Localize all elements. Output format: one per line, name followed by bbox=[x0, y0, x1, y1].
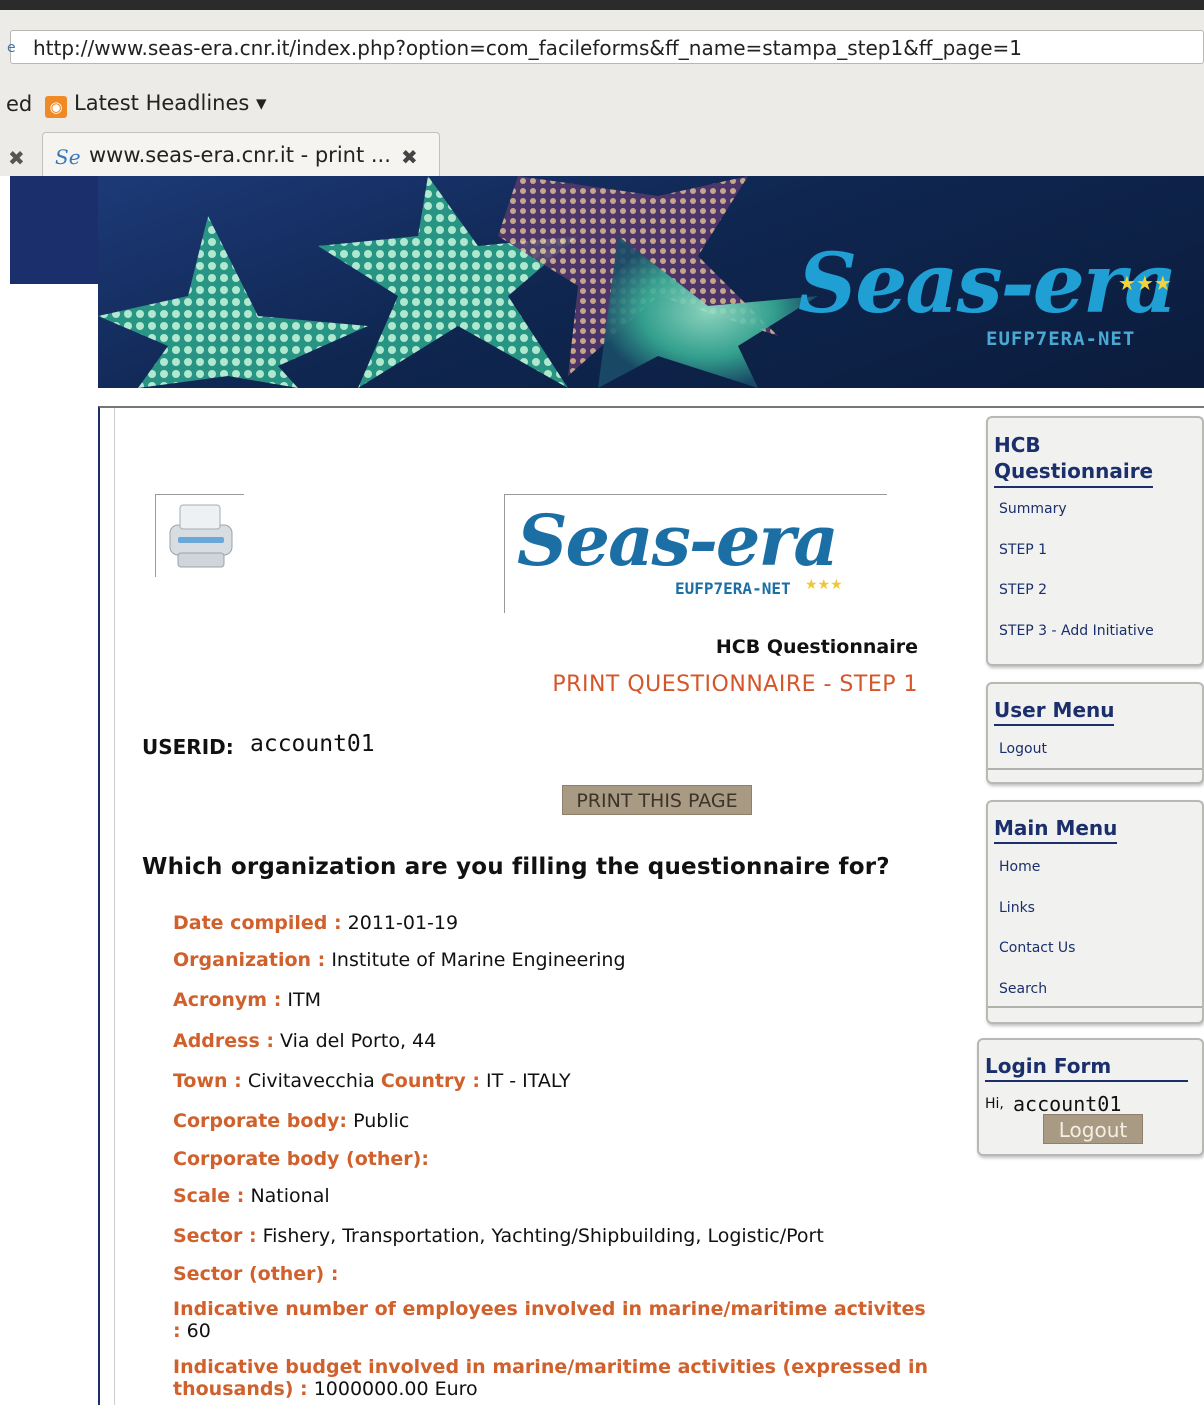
field-scale: Scale : National bbox=[173, 1185, 330, 1207]
field-label: Address : bbox=[173, 1030, 274, 1052]
hcb-title-line1: HCB bbox=[994, 433, 1041, 457]
rss-feed-icon[interactable]: ◉ bbox=[45, 96, 67, 118]
seas-era-logo: Seas-era EUFP7ERA-NET ★★★ bbox=[504, 494, 887, 613]
logo-stars-icon: ★★★ bbox=[805, 577, 843, 593]
field-organization: Organization : Institute of Marine Engin… bbox=[173, 949, 626, 971]
bookmarks-bar: ed ◉ Latest Headlines ▾ bbox=[0, 88, 1204, 122]
section-heading: Which organization are you filling the q… bbox=[142, 854, 890, 880]
site-favicon-icon: Se bbox=[55, 145, 81, 169]
field-value: National bbox=[250, 1185, 330, 1207]
field-value: ITM bbox=[287, 989, 321, 1011]
field-budget: Indicative budget involved in marine/mar… bbox=[173, 1356, 933, 1400]
address-bar[interactable]: e http://www.seas-era.cnr.it/index.php?o… bbox=[7, 30, 1204, 64]
panel-divider bbox=[988, 768, 1202, 770]
logout-button[interactable]: Logout bbox=[1043, 1114, 1143, 1144]
field-value: IT - ITALY bbox=[486, 1070, 571, 1092]
user-menu-panel: User Menu Logout bbox=[986, 682, 1204, 784]
bookmark-partial[interactable]: ed bbox=[6, 92, 32, 116]
userid-label: USERID: bbox=[142, 735, 234, 759]
content-left-rule bbox=[114, 408, 115, 1405]
sidebar-item-search[interactable]: Search bbox=[999, 981, 1047, 997]
field-label: Indicative number of employees involved … bbox=[173, 1298, 926, 1342]
hcb-title-line2: Questionnaire bbox=[994, 459, 1154, 483]
field-value: Public bbox=[353, 1110, 410, 1132]
main-menu-panel: Main Menu Home Links Contact Us Search bbox=[986, 800, 1204, 1024]
page-subtitle: PRINT QUESTIONNAIRE - STEP 1 bbox=[552, 672, 918, 697]
site-banner: Seas-era EUFP7ERA-NET ★★★ bbox=[98, 176, 1204, 388]
sidebar-item-home[interactable]: Home bbox=[999, 859, 1040, 875]
login-username: account01 bbox=[1013, 1092, 1122, 1116]
sidebar-item-step3[interactable]: STEP 3 - Add Initiative bbox=[999, 623, 1154, 639]
printer-graphic bbox=[169, 504, 233, 568]
field-label: Country : bbox=[380, 1070, 480, 1092]
field-label: Sector : bbox=[173, 1225, 257, 1247]
address-url[interactable]: http://www.seas-era.cnr.it/index.php?opt… bbox=[33, 36, 1022, 60]
print-page-button[interactable]: PRINT THIS PAGE bbox=[562, 785, 752, 815]
sidebar-item-step1[interactable]: STEP 1 bbox=[999, 542, 1047, 558]
main-menu-title: Main Menu bbox=[994, 816, 1118, 844]
sidebar-item-summary[interactable]: Summary bbox=[999, 501, 1067, 517]
field-value: 1000000.00 Euro bbox=[313, 1378, 478, 1400]
field-value: Via del Porto, 44 bbox=[280, 1030, 437, 1052]
panel-divider bbox=[988, 1006, 1202, 1008]
field-label: Organization : bbox=[173, 949, 326, 971]
field-label: Sector (other) : bbox=[173, 1263, 339, 1285]
printer-icon[interactable] bbox=[155, 494, 244, 577]
field-label: Date compiled : bbox=[173, 912, 342, 934]
field-label: Acronym : bbox=[173, 989, 282, 1011]
sidebar-item-step2[interactable]: STEP 2 bbox=[999, 582, 1047, 598]
field-town-country: Town : Civitavecchia Country : IT - ITAL… bbox=[173, 1070, 571, 1092]
tab-close-icon[interactable]: ✖ bbox=[401, 145, 418, 169]
field-value: Civitavecchia bbox=[247, 1070, 375, 1092]
field-date: Date compiled : 2011-01-19 bbox=[173, 912, 458, 934]
field-label: Indicative budget involved in marine/mar… bbox=[173, 1356, 928, 1400]
banner-stars-icon: ★★★ bbox=[1118, 271, 1172, 295]
field-value: Institute of Marine Engineering bbox=[331, 949, 626, 971]
sidebar-item-contact-us[interactable]: Contact Us bbox=[999, 940, 1075, 956]
banner-subtitle: EUFP7ERA-NET bbox=[986, 328, 1136, 350]
field-acronym: Acronym : ITM bbox=[173, 989, 321, 1011]
field-sector: Sector : Fishery, Transportation, Yachti… bbox=[173, 1225, 824, 1247]
tab-bar: ✖ Se www.seas-era.cnr.it - print ... ✖ bbox=[0, 132, 1204, 176]
field-value: 60 bbox=[186, 1320, 211, 1342]
close-icon[interactable]: ✖ bbox=[8, 146, 25, 170]
bookmark-latest-headlines[interactable]: Latest Headlines ▾ bbox=[74, 91, 267, 115]
field-address: Address : Via del Porto, 44 bbox=[173, 1030, 436, 1052]
hcb-questionnaire-panel: HCB Questionnaire Summary STEP 1 STEP 2 … bbox=[986, 416, 1204, 666]
page-title: HCB Questionnaire bbox=[715, 636, 918, 658]
page-favicon-icon: e bbox=[7, 40, 16, 56]
banner-left-strip bbox=[10, 176, 98, 284]
user-menu-title: User Menu bbox=[994, 698, 1115, 726]
field-label: Corporate body: bbox=[173, 1110, 348, 1132]
hcb-panel-title: HCB Questionnaire bbox=[994, 432, 1154, 488]
field-label: Town : bbox=[173, 1070, 242, 1092]
window-top-bar bbox=[0, 0, 1204, 10]
logo-subtitle: EUFP7ERA-NET bbox=[675, 579, 791, 598]
login-form-title: Login Form bbox=[985, 1054, 1188, 1082]
logo-wordmark: Seas-era bbox=[517, 499, 839, 582]
sidebar-item-logout[interactable]: Logout bbox=[999, 741, 1047, 757]
sidebar-item-links[interactable]: Links bbox=[999, 900, 1035, 916]
field-sector-other: Sector (other) : bbox=[173, 1263, 338, 1285]
field-label: Scale : bbox=[173, 1185, 245, 1207]
field-value: 2011-01-19 bbox=[347, 912, 459, 934]
tab-active[interactable]: Se www.seas-era.cnr.it - print ... ✖ bbox=[42, 132, 440, 176]
tab-title: www.seas-era.cnr.it - print ... bbox=[89, 143, 391, 167]
field-corporate-body: Corporate body: Public bbox=[173, 1110, 409, 1132]
field-value: Fishery, Transportation, Yachting/Shipbu… bbox=[262, 1225, 824, 1247]
field-label: Corporate body (other): bbox=[173, 1148, 429, 1170]
field-employees: Indicative number of employees involved … bbox=[173, 1298, 933, 1342]
userid-value: account01 bbox=[250, 731, 375, 757]
login-greeting: Hi, bbox=[985, 1096, 1004, 1112]
field-corporate-body-other: Corporate body (other): bbox=[173, 1148, 429, 1170]
login-form-panel: Login Form Hi, account01 Logout bbox=[977, 1038, 1204, 1156]
